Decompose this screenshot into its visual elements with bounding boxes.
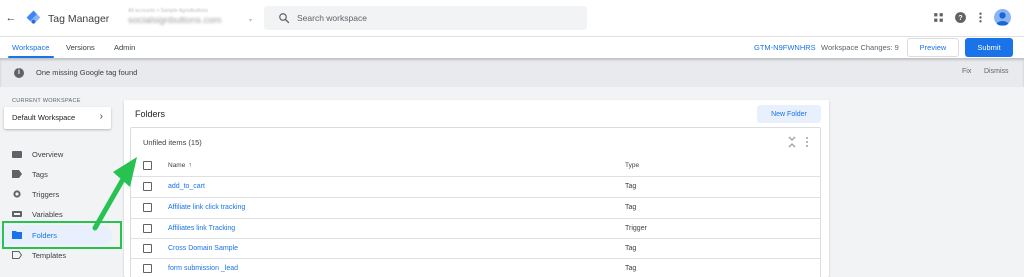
column-header-type[interactable]: Type [625, 162, 639, 169]
row-checkbox[interactable] [143, 224, 152, 233]
sidebar: CURRENT WORKSPACE Default Workspace › Ov… [0, 87, 122, 277]
top-header: ← Tag Manager All accounts > Sample Agno… [0, 0, 1024, 36]
info-icon: i [14, 68, 24, 78]
table-row[interactable]: Affiliate link click tracking Tag [131, 197, 820, 217]
tab-workspace[interactable]: Workspace [12, 43, 49, 52]
more-vert-icon[interactable] [974, 11, 987, 24]
table-row[interactable]: Affiliates link Tracking Trigger [131, 218, 820, 238]
row-checkbox[interactable] [143, 203, 152, 212]
apps-grid-icon[interactable] [932, 11, 945, 24]
account-selector[interactable]: All accounts > Sample Agnolbuttons socia… [128, 8, 258, 30]
unfiled-items-card: Unfiled items (15) Name ↑ Type add_to_car… [130, 127, 821, 277]
avatar[interactable] [994, 9, 1011, 26]
container-name: socialsignbuttons.com [128, 15, 222, 26]
tag-manager-logo [26, 10, 41, 25]
collapse-icon[interactable] [787, 136, 797, 148]
more-vert-icon[interactable] [804, 136, 810, 148]
table-row[interactable]: Cross Domain Sample Tag [131, 238, 820, 258]
row-checkbox[interactable] [143, 264, 152, 273]
sidebar-item-tags[interactable]: Tags [0, 164, 112, 184]
workspace-name: Default Workspace [12, 113, 76, 122]
table-row[interactable]: form submission _lead Tag [131, 258, 820, 277]
sidebar-item-label: Tags [32, 170, 48, 179]
item-name-link[interactable]: Cross Domain Sample [168, 245, 238, 252]
column-header-name-label: Name [168, 162, 186, 169]
table-row[interactable]: add_to_cart Tag [131, 176, 820, 196]
overview-icon [12, 151, 22, 158]
current-workspace-label: CURRENT WORKSPACE [12, 98, 81, 104]
account-breadcrumb: All accounts > Sample Agnolbuttons [128, 8, 208, 14]
notification-bar: i One missing Google tag found Fix Dismi… [0, 58, 1024, 87]
new-folder-button[interactable]: New Folder [757, 105, 821, 123]
sidebar-item-triggers[interactable]: Triggers [0, 184, 112, 204]
item-name-link[interactable]: Affiliate link click tracking [168, 204, 245, 211]
select-all-checkbox[interactable] [143, 161, 152, 170]
preview-button[interactable]: Preview [907, 38, 959, 57]
item-type: Tag [625, 245, 637, 252]
column-header-name[interactable]: Name ↑ [168, 162, 192, 169]
chevron-right-icon: › [99, 111, 103, 122]
sidebar-item-label: Triggers [32, 190, 60, 199]
svg-text:?: ? [958, 15, 962, 22]
annotation-highlight-box [2, 221, 122, 249]
tag-icon [12, 170, 22, 178]
main-area: CURRENT WORKSPACE Default Workspace › Ov… [0, 87, 1024, 277]
sidebar-item-label: Templates [32, 251, 67, 260]
trigger-icon [13, 190, 21, 198]
tab-admin[interactable]: Admin [114, 43, 135, 52]
item-type: Tag [625, 265, 637, 272]
page-title: Folders [135, 109, 166, 119]
table-header: Name ↑ Type [131, 156, 820, 176]
notification-text: One missing Google tag found [36, 68, 138, 77]
help-icon[interactable]: ? [954, 11, 967, 24]
item-name-link[interactable]: add_to_cart [168, 183, 205, 190]
fix-link[interactable]: Fix [962, 68, 971, 75]
folders-panel: Folders New Folder Unfiled items (15) Na… [124, 100, 829, 277]
sort-arrow-icon: ↑ [188, 162, 192, 169]
row-checkbox[interactable] [143, 244, 152, 253]
workspace-tabbar: Workspace Versions Admin GTM-N9FWNHRS Wo… [0, 36, 1024, 58]
app-title: Tag Manager [48, 13, 110, 25]
variables-icon [12, 211, 22, 217]
tab-versions[interactable]: Versions [66, 43, 95, 52]
workspace-changes: Workspace Changes: 9 [821, 43, 899, 52]
back-arrow-icon[interactable]: ← [4, 11, 18, 25]
item-name-link[interactable]: form submission _lead [168, 265, 238, 272]
folder-title: Unfiled items (15) [143, 138, 202, 147]
item-type: Tag [625, 204, 637, 211]
row-checkbox[interactable] [143, 182, 152, 191]
search-input[interactable] [297, 6, 567, 30]
sidebar-item-label: Overview [32, 150, 64, 159]
sidebar-item-label: Variables [32, 210, 63, 219]
chevron-down-icon: ▾ [249, 18, 253, 24]
templates-icon [12, 251, 22, 259]
search-bar[interactable] [264, 6, 587, 30]
item-type: Trigger [625, 225, 647, 232]
dismiss-link[interactable]: Dismiss [984, 68, 1009, 75]
search-icon [279, 13, 290, 24]
item-type: Tag [625, 183, 637, 190]
user-avatar-icon [996, 12, 1009, 26]
container-id[interactable]: GTM-N9FWNHRS [754, 43, 816, 52]
submit-button[interactable]: Submit [965, 38, 1013, 57]
workspace-selector[interactable]: Default Workspace › [4, 107, 111, 129]
item-name-link[interactable]: Affiliates link Tracking [168, 225, 235, 232]
sidebar-item-overview[interactable]: Overview [0, 144, 112, 164]
